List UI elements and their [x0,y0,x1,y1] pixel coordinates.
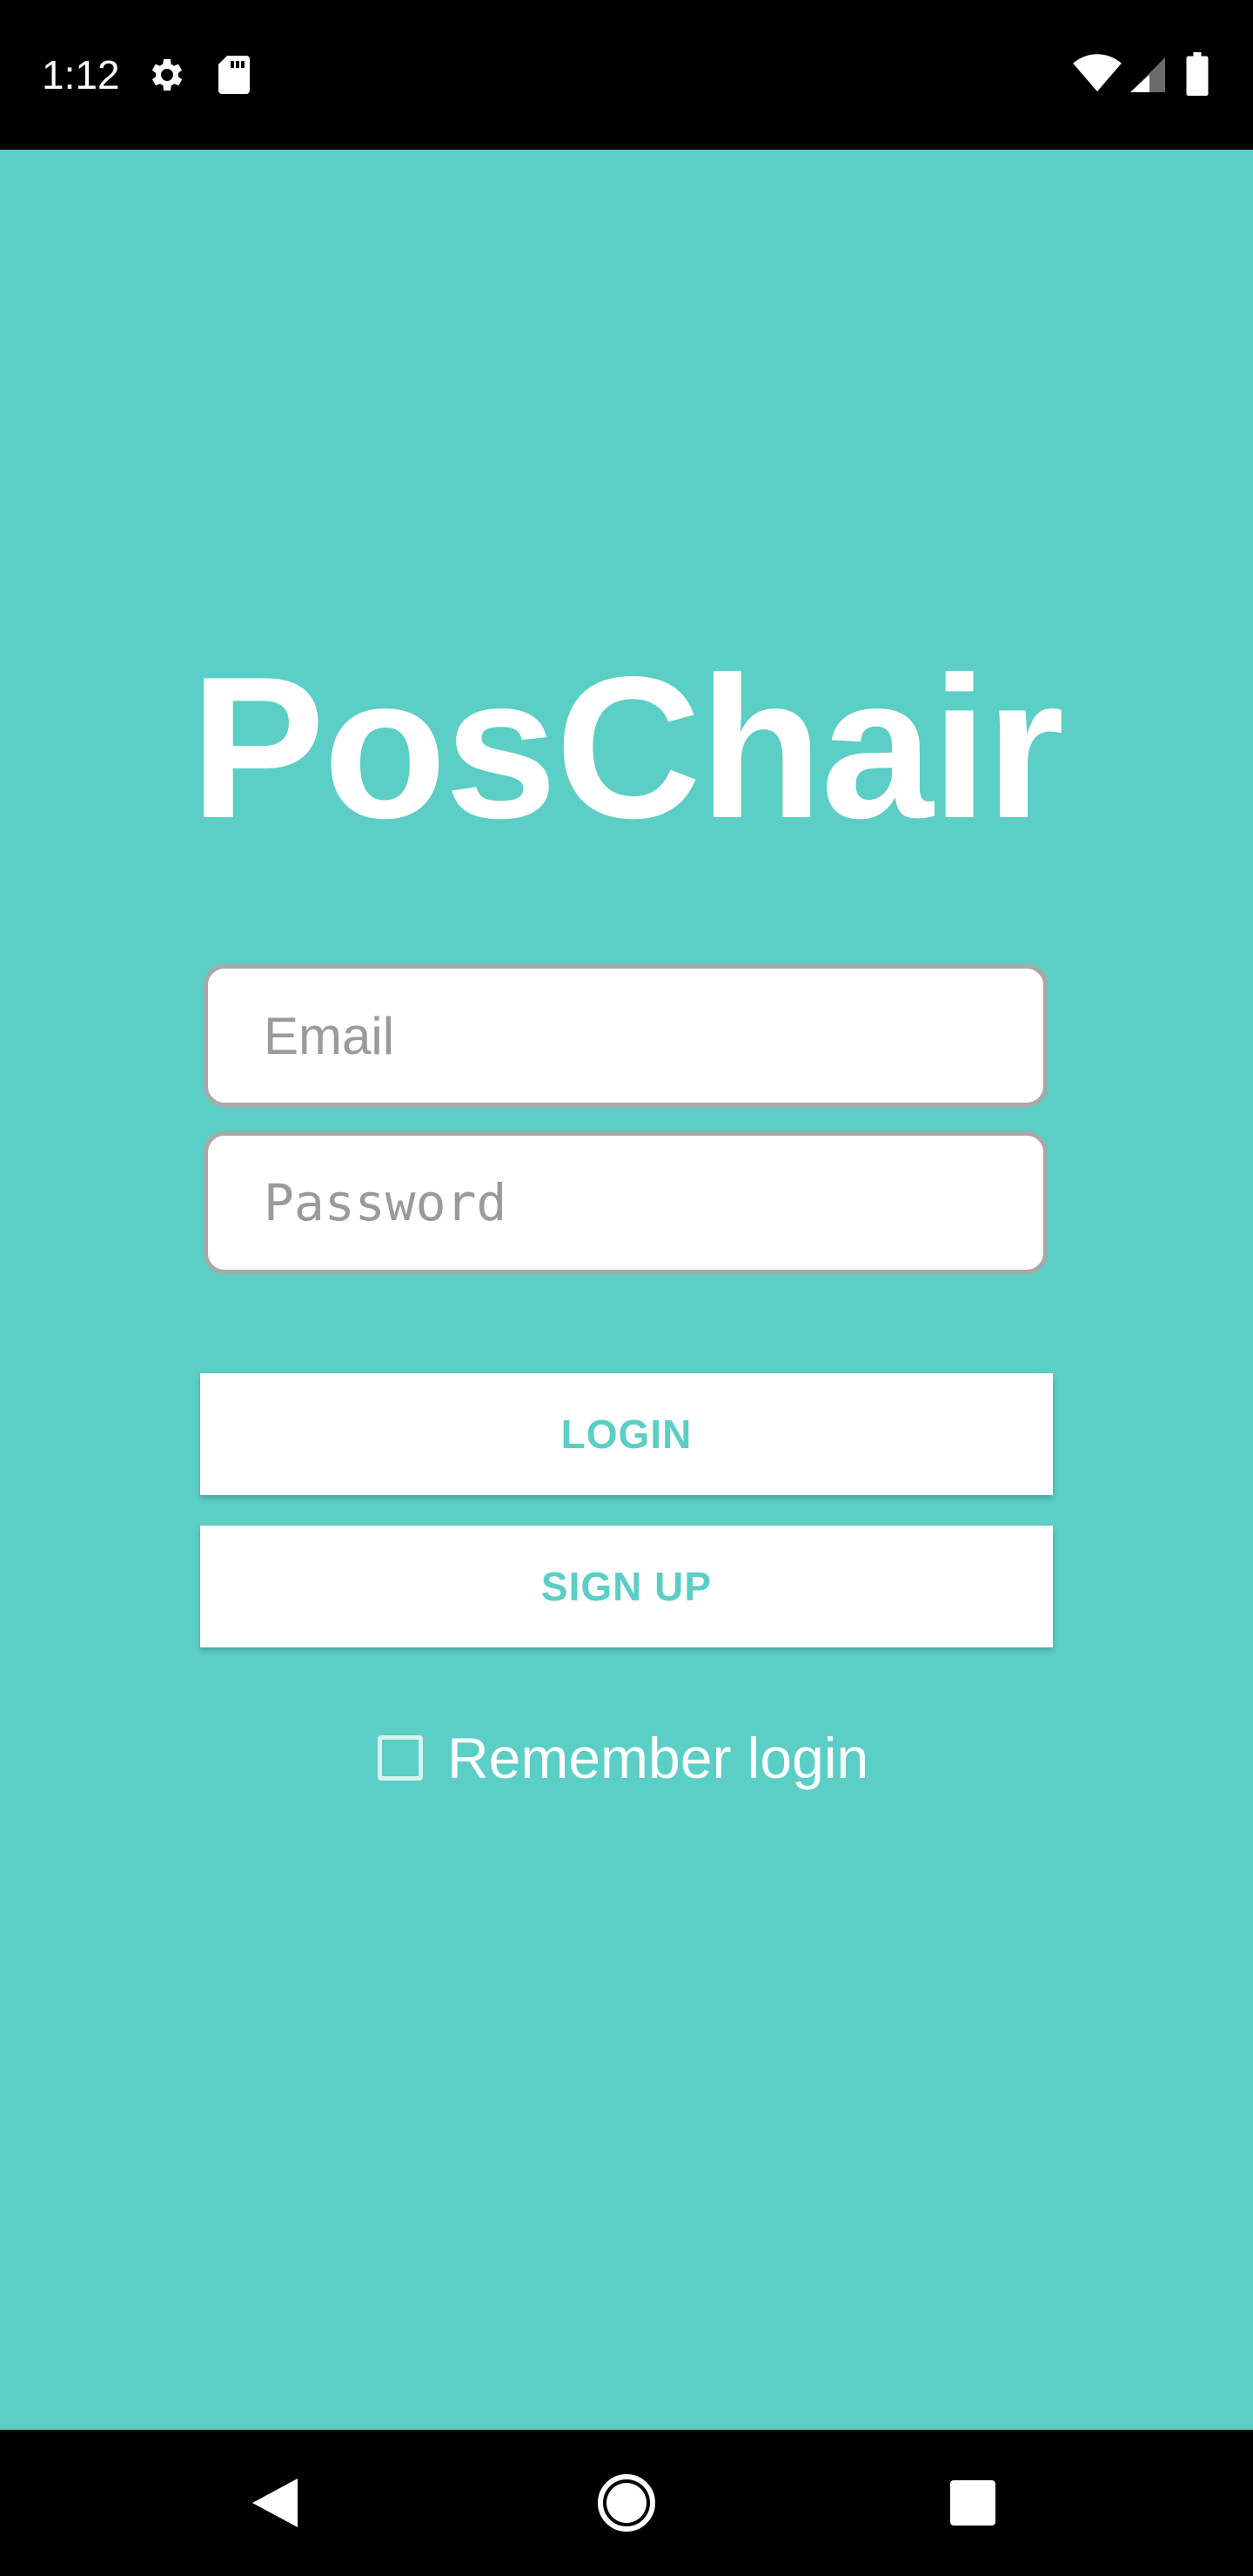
wifi-icon [1072,54,1122,98]
remember-login-label[interactable]: Remember login [447,1725,868,1791]
remember-login-row[interactable]: Remember login [378,1723,868,1793]
email-field[interactable] [204,964,1048,1107]
login-button[interactable]: LOGIN [200,1373,1053,1495]
battery-icon [1185,52,1209,100]
signup-button[interactable]: SIGN UP [200,1526,1053,1647]
status-time: 1:12 [42,52,120,97]
back-icon[interactable] [231,2459,318,2546]
sd-card-icon [216,54,252,100]
login-screen: 1:12 PosChair Email LOGIN SIGN UP Rememb… [0,0,1253,2576]
password-field[interactable] [204,1131,1048,1274]
gear-icon [146,54,188,100]
signal-icon [1128,56,1168,98]
app-title: PosChair [190,635,1065,861]
navigation-bar [0,2430,1253,2576]
status-bar: 1:12 [0,0,1253,150]
recents-icon[interactable] [929,2459,1016,2546]
remember-login-checkbox[interactable] [378,1735,423,1781]
home-icon[interactable] [583,2459,670,2546]
